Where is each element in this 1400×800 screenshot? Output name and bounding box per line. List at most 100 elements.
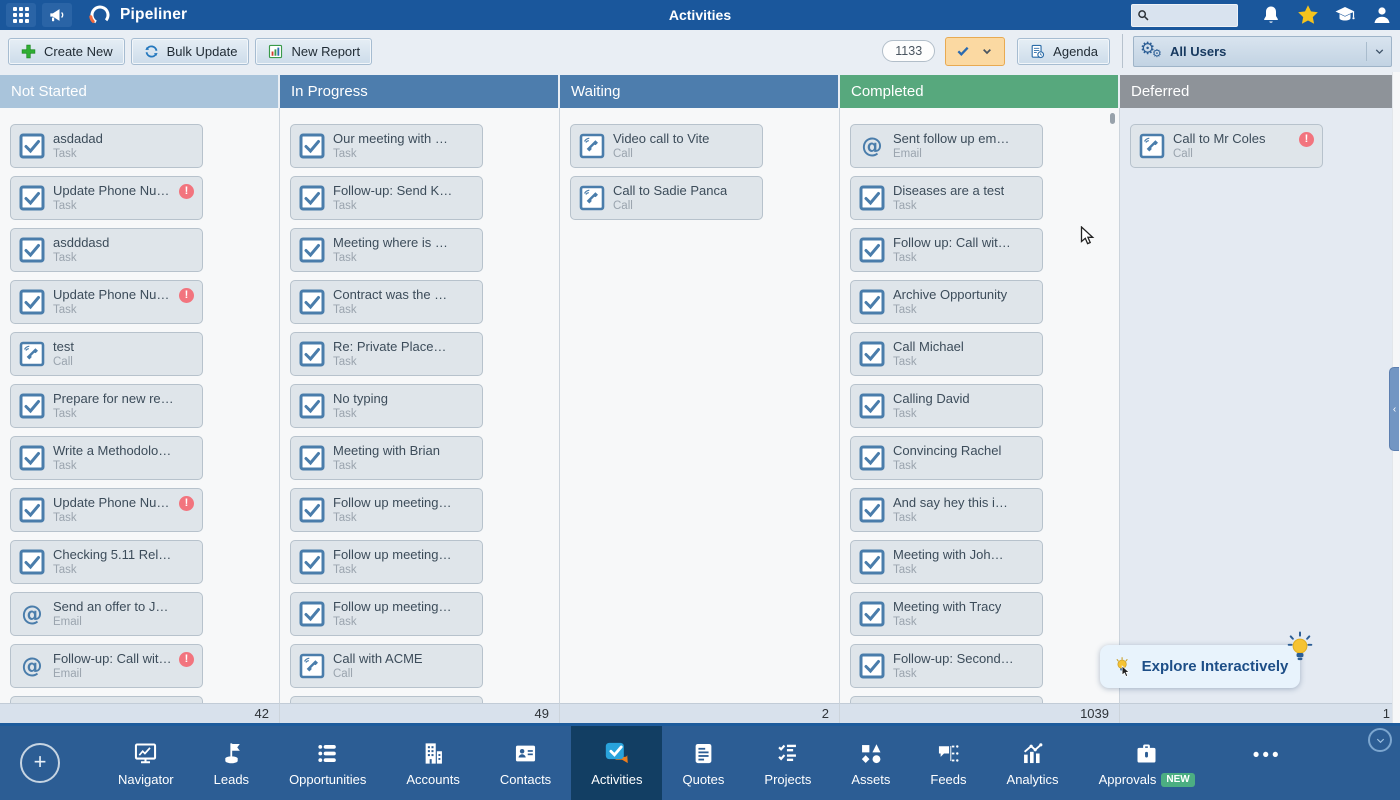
nav-item-analytics[interactable]: Analytics [987,726,1079,800]
column-body: @ Sent follow up em… Email ! Diseases ar… [840,108,1120,703]
status-filter-dropdown[interactable] [945,37,1005,66]
accounts-icon [420,739,447,767]
activity-title: Update Phone Nu… [53,495,169,511]
nav-item-assets[interactable]: Assets [831,726,910,800]
explore-interactively-popup[interactable]: Explore Interactively [1100,645,1300,688]
search-input[interactable] [1150,7,1224,23]
activity-card[interactable]: Archive Opportunity Task ! [850,280,1043,324]
column-scrollbar-thumb[interactable] [1110,113,1115,124]
column-body: Call to Mr Coles Call ! [1120,108,1400,703]
nav-item-quotes[interactable]: Quotes [662,726,744,800]
learning-button[interactable] [1326,0,1363,30]
activity-type-label: Call [613,199,727,213]
activity-title: No typing [333,391,388,407]
kanban-board: Not Started asdadad Task ! Update Phone … [0,72,1400,723]
activity-card[interactable]: Meeting with Joh… Task ! [850,540,1043,584]
activity-title: Follow up meeting… [333,599,452,615]
activity-card[interactable]: Call with ACME Call ! [290,644,483,688]
activity-card[interactable]: Our meeting with … Task ! [290,124,483,168]
agenda-icon [1029,43,1046,60]
new-report-button[interactable]: New Report [255,38,372,65]
nav-item-projects[interactable]: Projects [744,726,831,800]
approvals-icon [1133,739,1160,767]
activity-card[interactable]: And say hey this i… Task ! [850,488,1043,532]
activity-card[interactable]: Call to Sadie Panca Call ! [570,176,763,220]
activity-card[interactable]: Contract was the … Task ! [290,280,483,324]
activity-card[interactable] [10,696,203,703]
activity-card[interactable] [850,696,1043,703]
nav-item-opportunities[interactable]: Opportunities [269,726,386,800]
announcements-button[interactable] [42,3,72,27]
more-menu-button[interactable]: ••• [1253,745,1282,767]
activity-card[interactable]: asdddasd Task ! [10,228,203,272]
all-users-dropdown[interactable]: ⚙⚙ All Users [1133,36,1392,67]
activity-title: Video call to Vite [613,131,709,147]
nav-item-navigator[interactable]: Navigator [98,726,194,800]
activity-title: Meeting where is … [333,235,448,251]
activity-title: asdadad [53,131,103,147]
favorites-button[interactable] [1289,0,1326,30]
activity-type-icon [299,497,325,523]
apps-grid-button[interactable] [6,3,36,27]
activity-title: Meeting with Joh… [893,547,1004,563]
activity-card[interactable]: Checking 5.11 Rel… Task ! [10,540,203,584]
activity-type-label: Task [53,563,171,577]
activity-card[interactable]: Write a Methodolo… Task ! [10,436,203,480]
activity-card[interactable]: Diseases are a test Task ! [850,176,1043,220]
activity-type-label: Task [333,459,440,473]
activity-card[interactable]: asdadad Task ! [10,124,203,168]
activity-card[interactable]: Meeting where is … Task ! [290,228,483,272]
activity-card[interactable]: Convincing Rachel Task ! [850,436,1043,480]
svg-text:@: @ [862,134,883,158]
activity-card[interactable]: Meeting with Tracy Task ! [850,592,1043,636]
column-count: 42 [0,703,280,723]
activity-card[interactable]: @ Sent follow up em… Email ! [850,124,1043,168]
nav-item-feeds[interactable]: Feeds [910,726,986,800]
activity-card[interactable]: Update Phone Nu… Task ! [10,488,203,532]
side-panel-collapse-handle[interactable]: ‹ [1389,367,1399,451]
activity-type-icon [859,445,885,471]
activity-card[interactable]: Follow-up: Second… Task ! [850,644,1043,688]
quick-add-button[interactable]: + [20,743,60,783]
bulk-update-button[interactable]: Bulk Update [131,38,250,65]
nav-item-accounts[interactable]: Accounts [386,726,479,800]
activity-card[interactable]: Update Phone Nu… Task ! [10,280,203,324]
nav-item-leads[interactable]: Leads [194,726,269,800]
activity-card[interactable]: Prepare for new re… Task ! [10,384,203,428]
column-header: In Progress [280,75,560,108]
activity-card[interactable]: Re: Private Place… Task ! [290,332,483,376]
nav-item-approvals[interactable]: ApprovalsNEW [1079,726,1215,800]
profile-button[interactable] [1363,0,1400,30]
activity-card[interactable]: Update Phone Nu… Task ! [10,176,203,220]
activity-card[interactable]: Follow up meeting… Task ! [290,592,483,636]
activity-card[interactable]: Call Michael Task ! [850,332,1043,376]
activity-card[interactable]: @ Follow-up: Call wit… Email ! [10,644,203,688]
activity-title: Checking 5.11 Rel… [53,547,171,563]
activity-card[interactable]: No typing Task ! [290,384,483,428]
activity-type-label: Task [893,563,1004,577]
activity-title: Follow-up: Send K… [333,183,452,199]
activities-icon [603,739,630,767]
activity-type-label: Task [893,303,1007,317]
activity-card[interactable]: Video call to Vite Call ! [570,124,763,168]
activity-card[interactable] [290,696,483,703]
activity-card[interactable]: Follow up: Call wit… Task ! [850,228,1043,272]
nav-item-contacts[interactable]: Contacts [480,726,571,800]
plus-icon [20,43,37,60]
search-box[interactable] [1131,4,1238,27]
create-new-button[interactable]: Create New [8,38,125,65]
activity-card[interactable]: Follow up meeting… Task ! [290,540,483,584]
nav-item-activities[interactable]: Activities [571,726,662,800]
activity-type-icon [19,185,45,211]
activity-card[interactable]: Call to Mr Coles Call ! [1130,124,1323,168]
activity-card[interactable]: @ Send an offer to J… Email ! [10,592,203,636]
activity-card[interactable]: Calling David Task ! [850,384,1043,428]
activity-card[interactable]: Meeting with Brian Task ! [290,436,483,480]
notifications-button[interactable] [1252,0,1289,30]
agenda-button[interactable]: Agenda [1017,38,1110,65]
activity-card[interactable]: test Call ! [10,332,203,376]
activity-title: Diseases are a test [893,183,1004,199]
activity-card[interactable]: Follow up meeting… Task ! [290,488,483,532]
activity-card[interactable]: Follow-up: Send K… Task ! [290,176,483,220]
nav-collapse-button[interactable] [1368,728,1392,752]
